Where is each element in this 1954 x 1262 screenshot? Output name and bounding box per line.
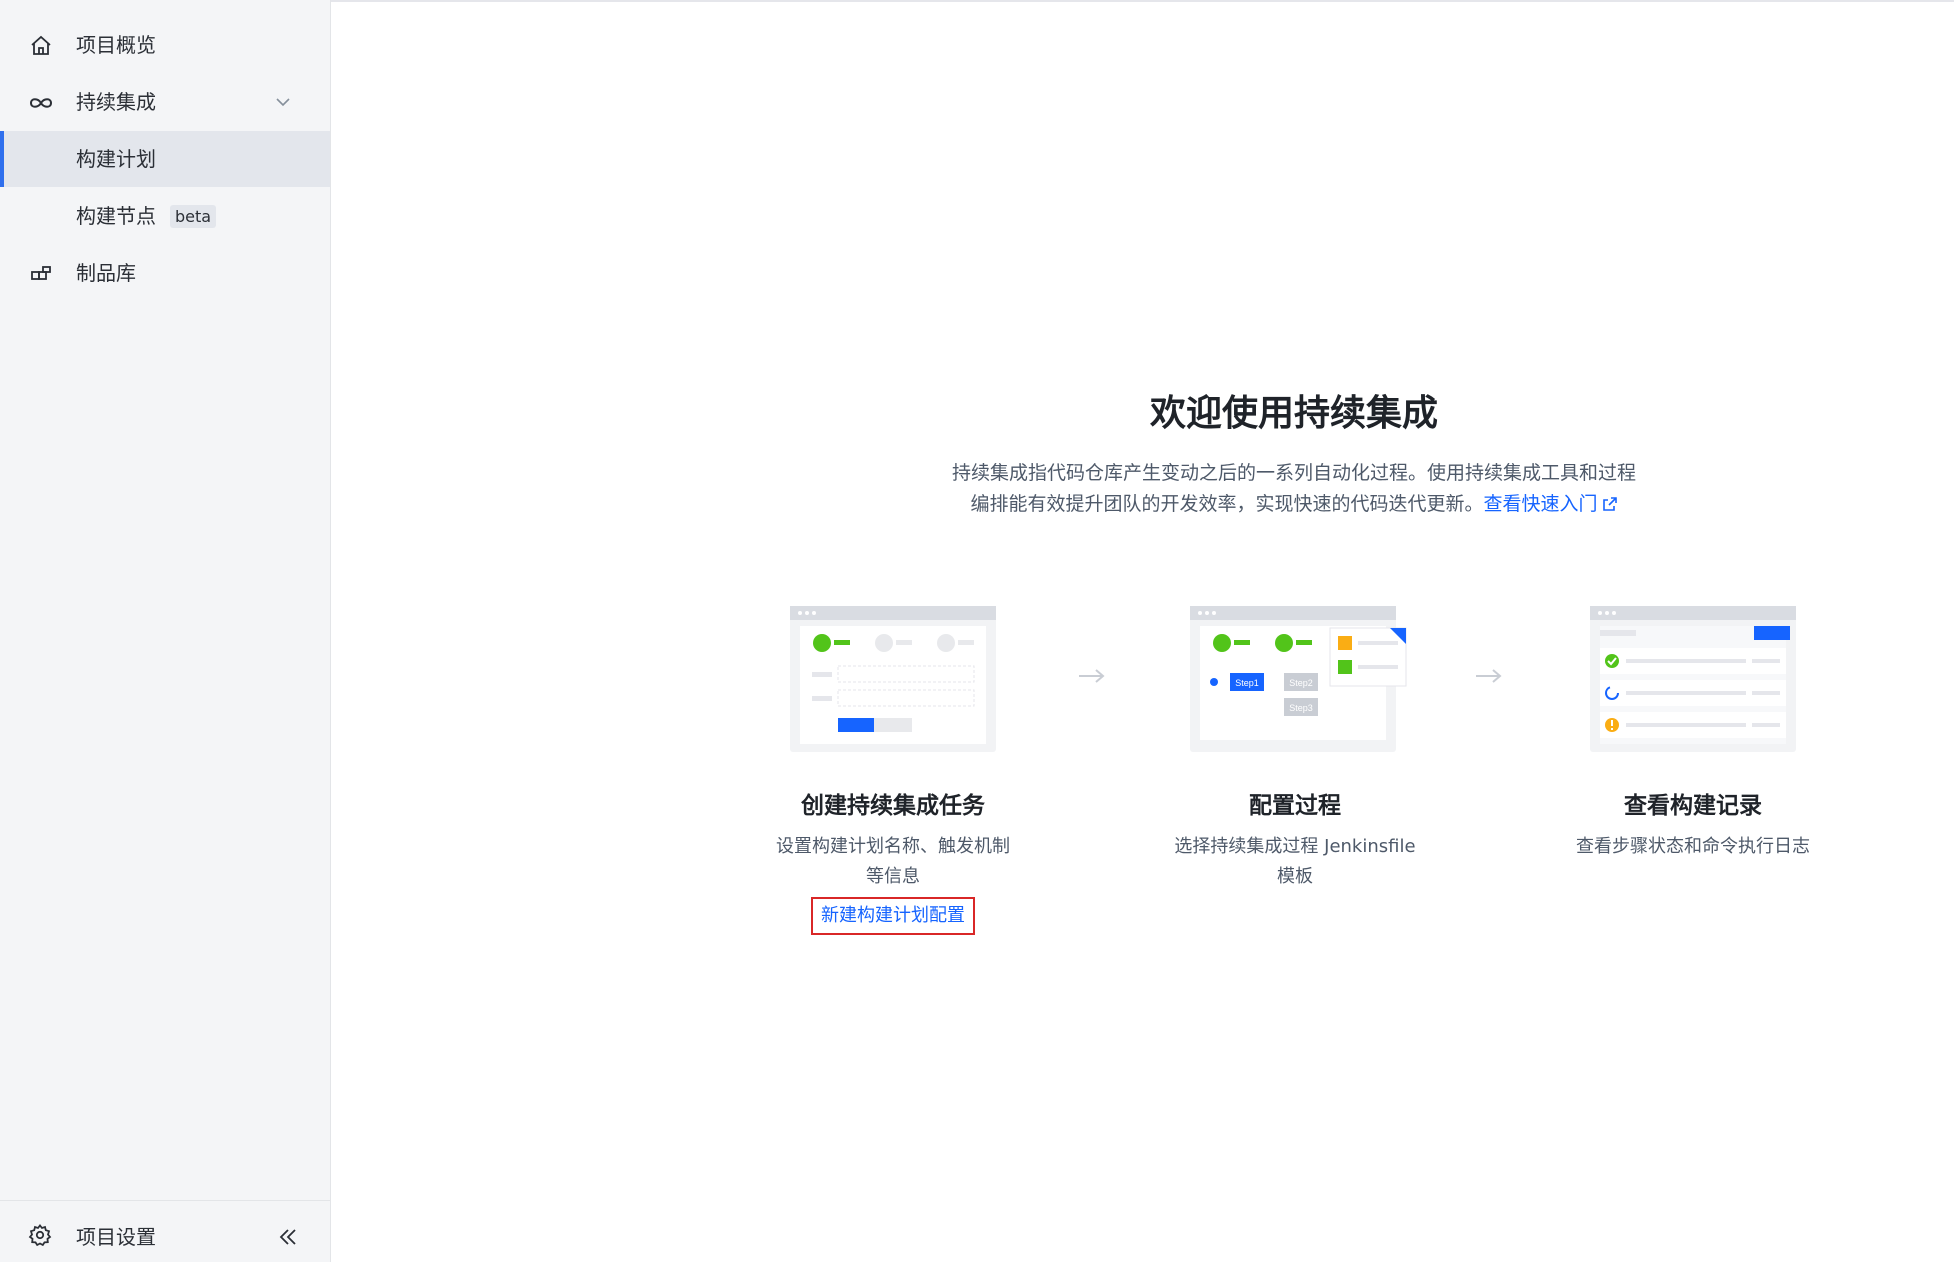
step-description: 选择持续集成过程 Jenkinsfile 模板 [1174, 836, 1416, 887]
sidebar-item-label: 持续集成 [76, 90, 156, 114]
sidebar-item-label: 构建计划 [76, 147, 156, 171]
sidebar: 项目概览 持续集成 构建计划 构建节点 beta 制品库 项目设置 [0, 0, 331, 1262]
welcome-description: 持续集成指代码仓库产生变动之后的一系列自动化过程。使用持续集成工具和过程 编排能… [880, 458, 1708, 520]
step1-tag: Step1 [1235, 678, 1259, 688]
step-card-create: 创建持续集成任务 设置构建计划名称、触发机制等信息 新建构建计划配置 [728, 600, 1058, 935]
step-description: 设置构建计划名称、触发机制等信息 [776, 836, 1010, 887]
home-icon [28, 33, 54, 59]
artifact-icon [28, 261, 54, 287]
sidebar-item-ci[interactable]: 持续集成 [0, 74, 330, 130]
top-border [330, 0, 1954, 2]
infinity-icon [28, 90, 54, 116]
project-settings-label[interactable]: 项目设置 [76, 1201, 156, 1262]
new-build-plan-link[interactable]: 新建构建计划配置 [811, 897, 975, 935]
step-card-configure: Step1 Step2 Step3 配置过程 选择持续集成过程 Jenkinsf… [1130, 600, 1460, 892]
arrow-right-icon [1476, 669, 1502, 683]
arrow-right-icon [1079, 669, 1105, 683]
external-link-icon [1602, 497, 1617, 511]
configure-process-illustration: Step1 Step2 Step3 [1190, 606, 1407, 752]
step-title: 配置过程 [1249, 793, 1341, 819]
step-title: 查看构建记录 [1624, 793, 1762, 819]
sidebar-footer: 项目设置 [0, 1200, 330, 1262]
chevron-down-icon[interactable] [273, 92, 293, 112]
welcome-title: 欢迎使用持续集成 [1149, 393, 1438, 434]
gear-icon[interactable] [28, 1223, 54, 1249]
sidebar-item-artifacts[interactable]: 制品库 [0, 245, 330, 301]
quickstart-link[interactable]: 查看快速入门 [1484, 493, 1618, 515]
description-line-2: 编排能有效提升团队的开发效率，实现快速的代码迭代更新。查看快速入门 [880, 489, 1708, 520]
sidebar-item-label: 制品库 [76, 261, 136, 285]
description-line-2-text: 编排能有效提升团队的开发效率，实现快速的代码迭代更新。 [970, 493, 1484, 515]
build-records-illustration [1590, 606, 1796, 752]
sidebar-item-build-plan[interactable]: 构建计划 [0, 131, 330, 187]
collapse-sidebar-icon[interactable] [276, 1225, 300, 1249]
sidebar-item-build-node[interactable]: 构建节点 beta [0, 188, 330, 244]
sidebar-item-label: 项目概览 [76, 33, 156, 57]
step-description: 查看步骤状态和命令执行日志 [1576, 836, 1810, 857]
step-title: 创建持续集成任务 [801, 793, 985, 819]
step2-tag: Step2 [1289, 678, 1313, 688]
step3-tag: Step3 [1289, 703, 1313, 713]
description-line-1: 持续集成指代码仓库产生变动之后的一系列自动化过程。使用持续集成工具和过程 [951, 462, 1636, 484]
quickstart-link-label: 查看快速入门 [1483, 493, 1598, 515]
step-card-records: 查看构建记录 查看步骤状态和命令执行日志 [1528, 600, 1858, 862]
sidebar-item-overview[interactable]: 项目概览 [0, 17, 330, 73]
create-task-illustration [790, 606, 996, 752]
beta-badge: beta [170, 205, 217, 228]
sidebar-item-label: 构建节点 [76, 204, 156, 228]
